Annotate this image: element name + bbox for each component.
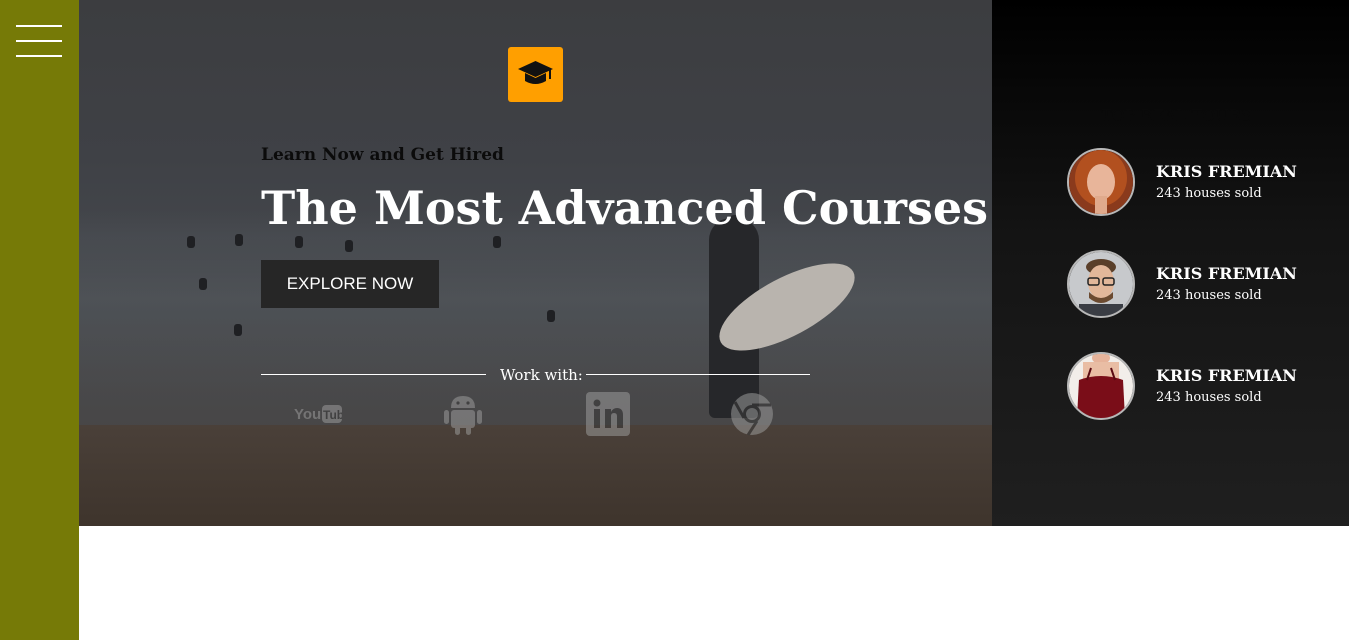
agent-name: KRIS FREMIAN — [1156, 264, 1297, 283]
hamburger-menu-icon[interactable] — [16, 25, 62, 57]
agent-houses-sold: 243 houses sold — [1156, 186, 1262, 201]
explore-now-button[interactable]: EXPLORE NOW — [261, 260, 439, 308]
avatar[interactable] — [1067, 148, 1135, 216]
sidebar — [0, 0, 79, 640]
linkedin-icon[interactable] — [584, 390, 632, 438]
divider-right — [586, 374, 810, 375]
agent-houses-sold: 243 houses sold — [1156, 390, 1262, 405]
agent-card[interactable]: KRIS FREMIAN 243 houses sold — [1067, 148, 1327, 218]
agent-card[interactable]: KRIS FREMIAN 243 houses sold — [1067, 352, 1327, 422]
agent-name: KRIS FREMIAN — [1156, 162, 1297, 181]
android-icon[interactable] — [439, 390, 487, 438]
agent-houses-sold: 243 houses sold — [1156, 288, 1262, 303]
hero-headline: The Most Advanced Courses — [261, 181, 989, 235]
hero-tagline: Learn Now and Get Hired — [261, 145, 504, 165]
divider-left — [261, 374, 486, 375]
svg-text:You: You — [294, 406, 321, 423]
agent-name: KRIS FREMIAN — [1156, 366, 1297, 385]
avatar[interactable] — [1067, 352, 1135, 420]
chrome-icon[interactable] — [728, 390, 776, 438]
youtube-icon[interactable]: You Tube — [294, 390, 342, 438]
agent-card[interactable]: KRIS FREMIAN 243 houses sold — [1067, 250, 1327, 320]
avatar[interactable] — [1067, 250, 1135, 318]
work-with-label: Work with: — [500, 366, 583, 384]
panel-title: TOP REAL TOURS — [1101, 106, 1252, 125]
svg-text:Tube: Tube — [323, 408, 342, 422]
graduation-cap-icon[interactable] — [508, 47, 563, 102]
